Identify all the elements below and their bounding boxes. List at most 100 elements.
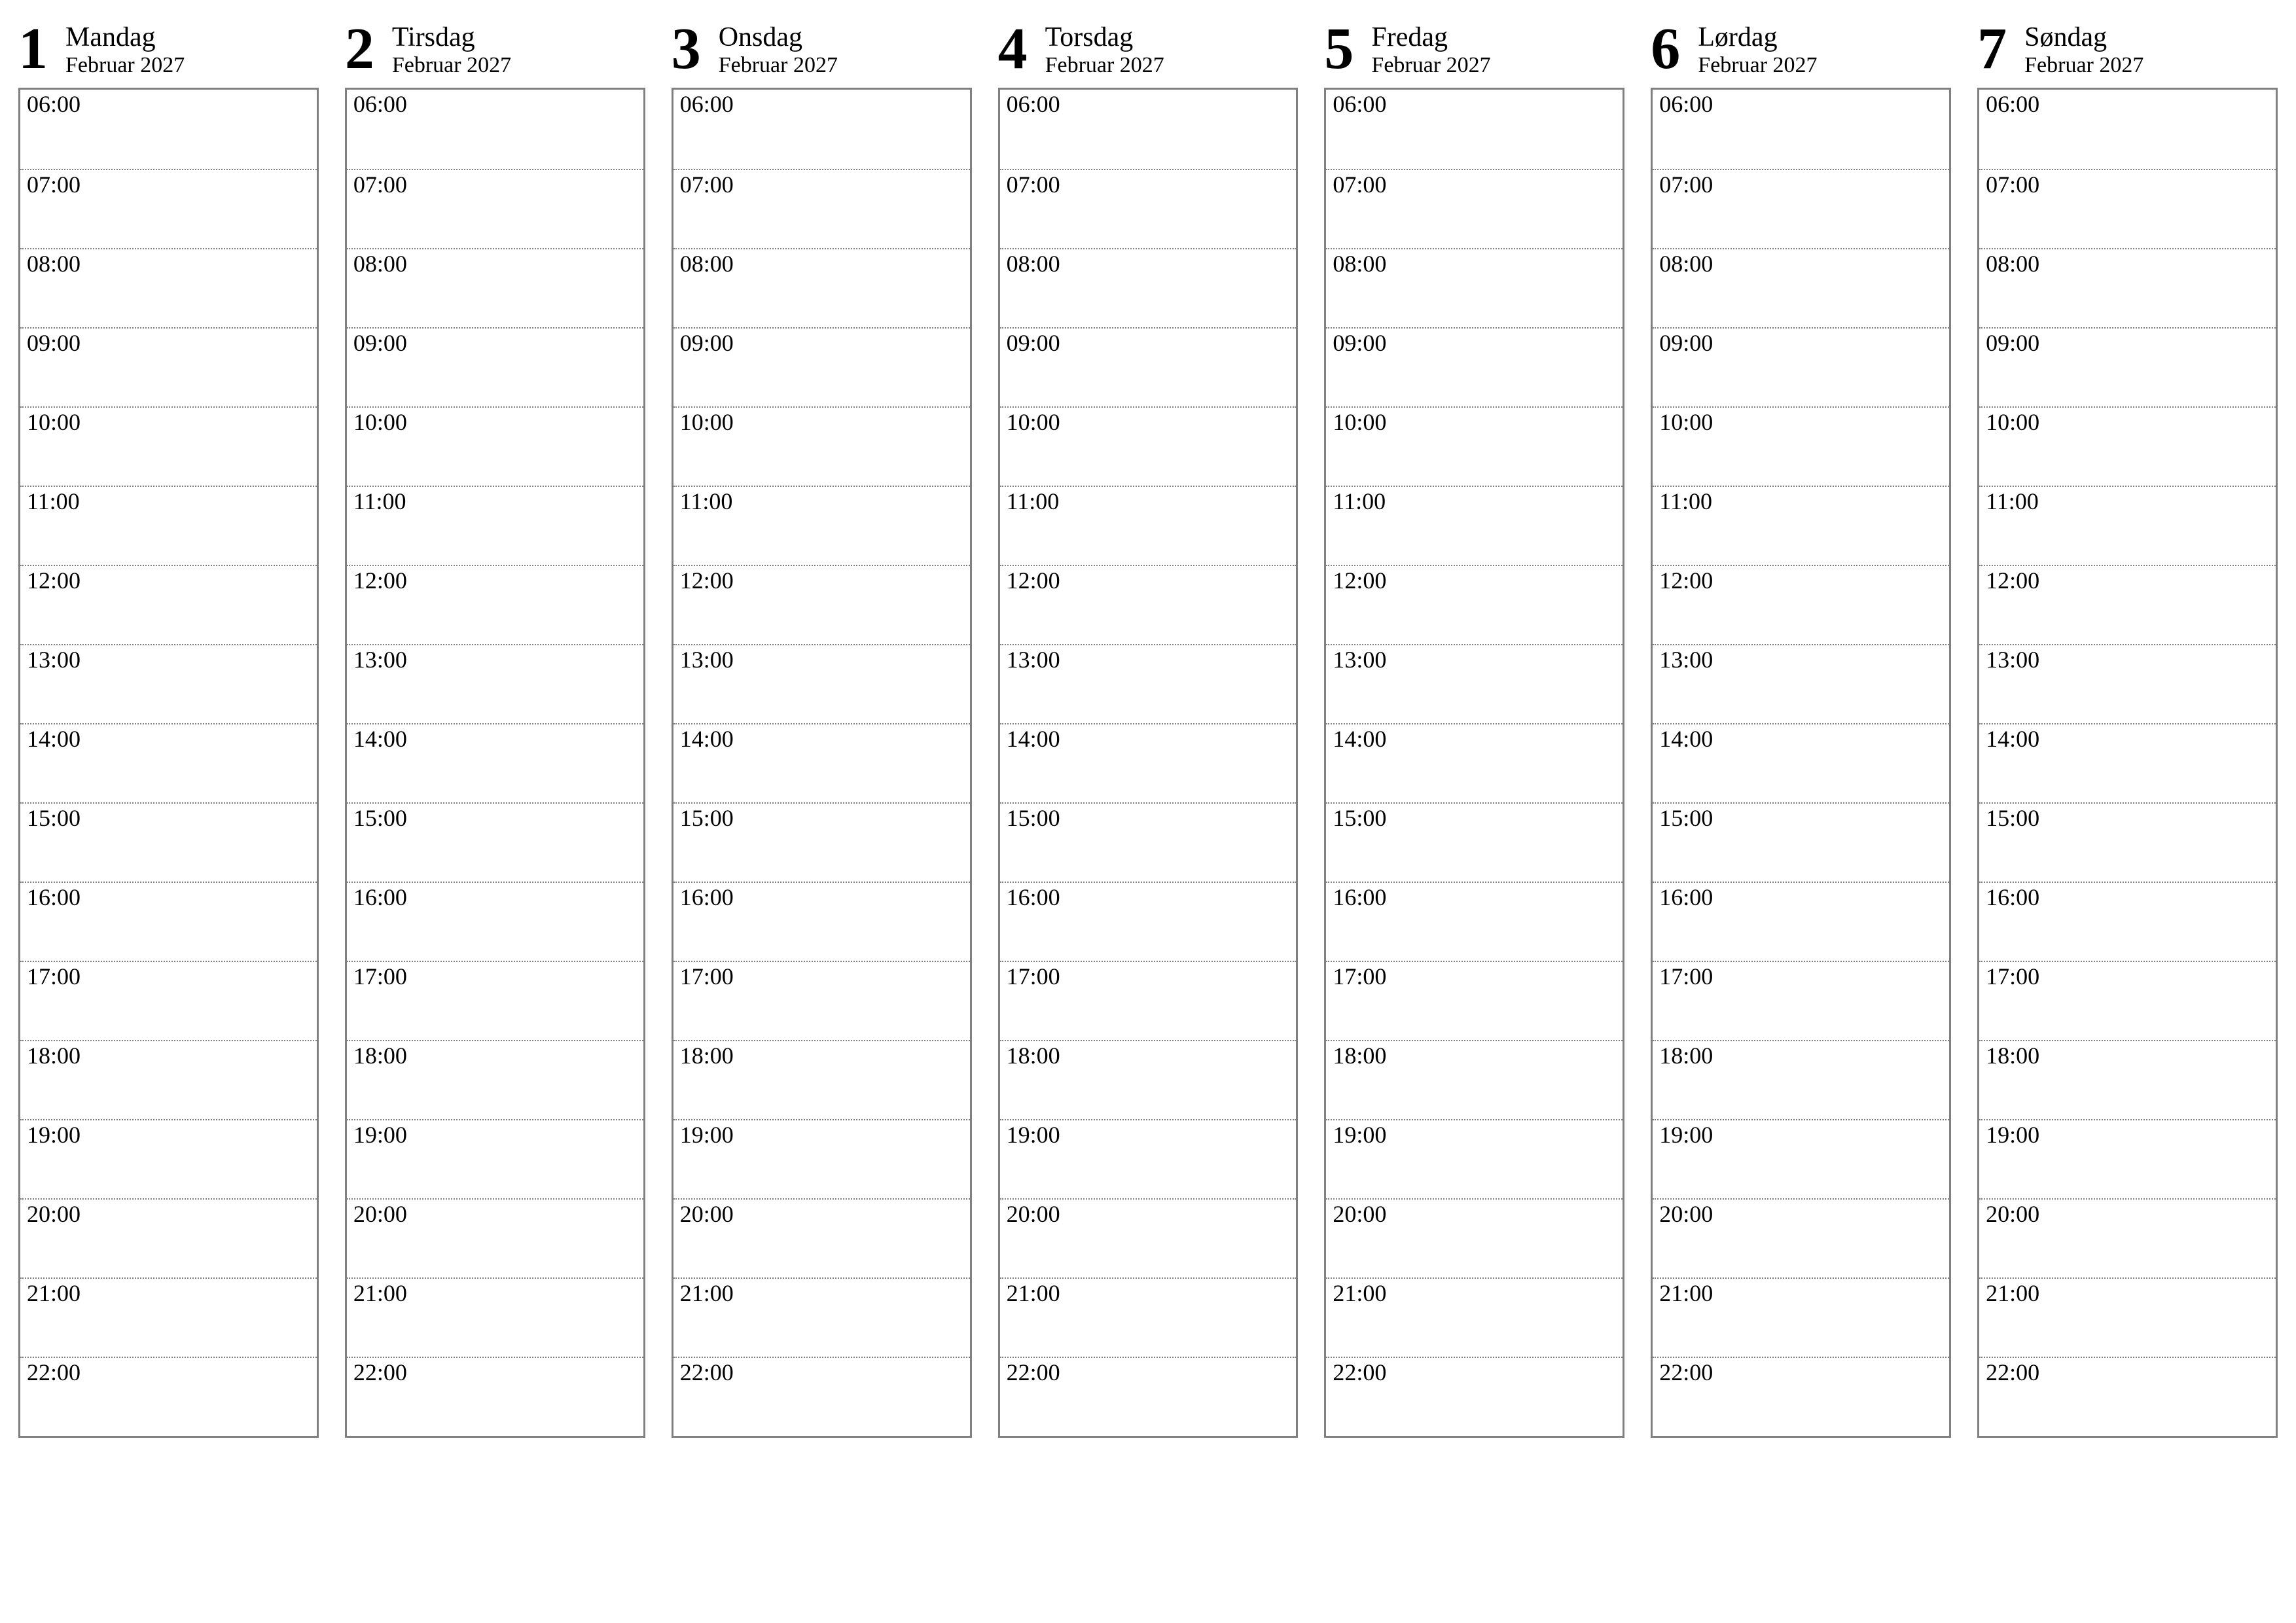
hour-cell: 07:00 [673, 169, 970, 248]
hour-cell: 07:00 [20, 169, 317, 248]
day-month-year: Februar 2027 [65, 53, 185, 78]
hour-label: 17:00 [680, 965, 965, 988]
hour-cell: 11:00 [347, 486, 643, 565]
hour-cell: 14:00 [1653, 723, 1949, 802]
week-grid: 1MandagFebruar 202706:0007:0008:0009:001… [18, 16, 2278, 1438]
hour-cell: 08:00 [1979, 248, 2276, 327]
hour-label: 22:00 [1333, 1361, 1617, 1384]
hour-label: 22:00 [1986, 1361, 2270, 1384]
hour-label: 22:00 [1007, 1361, 1291, 1384]
hour-cell: 06:00 [1979, 90, 2276, 169]
hour-label: 10:00 [1659, 410, 1944, 434]
hour-label: 08:00 [680, 252, 965, 276]
hour-cell: 17:00 [673, 961, 970, 1040]
hour-label: 20:00 [1333, 1202, 1617, 1226]
hour-cell: 20:00 [673, 1198, 970, 1277]
hour-label: 21:00 [1986, 1281, 2270, 1305]
hour-cell: 06:00 [1326, 90, 1623, 169]
hour-cell: 11:00 [20, 486, 317, 565]
hour-cell: 17:00 [1326, 961, 1623, 1040]
hour-cell: 15:00 [1979, 802, 2276, 882]
hour-label: 17:00 [1007, 965, 1291, 988]
weekly-planner-page: 1MandagFebruar 202706:0007:0008:0009:001… [0, 0, 2296, 1454]
hour-label: 06:00 [27, 92, 312, 116]
day-hours-grid: 06:0007:0008:0009:0010:0011:0012:0013:00… [345, 88, 645, 1438]
hour-cell: 10:00 [1653, 406, 1949, 486]
day-column: 7SøndagFebruar 202706:0007:0008:0009:001… [1977, 16, 2278, 1438]
hour-label: 15:00 [1986, 806, 2270, 830]
hour-label: 11:00 [1007, 490, 1291, 513]
day-month-year: Februar 2027 [1045, 53, 1164, 78]
hour-cell: 07:00 [1326, 169, 1623, 248]
day-number: 3 [672, 20, 700, 79]
hour-cell: 16:00 [347, 882, 643, 961]
hour-cell: 08:00 [347, 248, 643, 327]
hour-cell: 18:00 [673, 1040, 970, 1119]
day-hours-grid: 06:0007:0008:0009:0010:0011:0012:0013:00… [1324, 88, 1624, 1438]
day-name: Mandag [65, 23, 185, 52]
hour-cell: 17:00 [1653, 961, 1949, 1040]
hour-cell: 08:00 [673, 248, 970, 327]
hour-cell: 14:00 [347, 723, 643, 802]
hour-label: 21:00 [680, 1281, 965, 1305]
hour-label: 17:00 [1659, 965, 1944, 988]
hour-cell: 22:00 [20, 1357, 317, 1436]
hour-cell: 08:00 [1326, 248, 1623, 327]
day-header: 6LørdagFebruar 2027 [1651, 16, 1951, 88]
hour-label: 13:00 [1333, 648, 1617, 671]
hour-cell: 12:00 [1326, 565, 1623, 644]
hour-label: 18:00 [27, 1044, 312, 1067]
hour-cell: 12:00 [673, 565, 970, 644]
hour-label: 10:00 [1007, 410, 1291, 434]
hour-cell: 07:00 [347, 169, 643, 248]
day-number: 2 [345, 20, 374, 79]
day-month-year: Februar 2027 [2024, 53, 2144, 78]
hour-cell: 08:00 [20, 248, 317, 327]
hour-label: 08:00 [1333, 252, 1617, 276]
hour-cell: 13:00 [1000, 644, 1297, 723]
hour-cell: 21:00 [20, 1277, 317, 1357]
day-name: Tirsdag [392, 23, 511, 52]
day-header: 2TirsdagFebruar 2027 [345, 16, 645, 88]
hour-label: 15:00 [680, 806, 965, 830]
hour-label: 14:00 [1333, 727, 1617, 751]
hour-label: 15:00 [1333, 806, 1617, 830]
hour-label: 14:00 [1659, 727, 1944, 751]
day-name: Lørdag [1698, 23, 1817, 52]
hour-cell: 21:00 [347, 1277, 643, 1357]
hour-cell: 19:00 [673, 1119, 970, 1198]
day-name: Torsdag [1045, 23, 1164, 52]
hour-label: 13:00 [27, 648, 312, 671]
day-hours-grid: 06:0007:0008:0009:0010:0011:0012:0013:00… [672, 88, 972, 1438]
hour-cell: 18:00 [1979, 1040, 2276, 1119]
day-column: 2TirsdagFebruar 202706:0007:0008:0009:00… [345, 16, 645, 1438]
hour-cell: 20:00 [20, 1198, 317, 1277]
hour-label: 09:00 [1333, 331, 1617, 355]
hour-label: 13:00 [353, 648, 638, 671]
hour-cell: 12:00 [1979, 565, 2276, 644]
hour-label: 06:00 [1659, 92, 1944, 116]
hour-cell: 21:00 [673, 1277, 970, 1357]
hour-cell: 16:00 [1000, 882, 1297, 961]
hour-cell: 19:00 [1653, 1119, 1949, 1198]
hour-label: 18:00 [1007, 1044, 1291, 1067]
hour-label: 12:00 [1333, 569, 1617, 592]
hour-label: 07:00 [1007, 173, 1291, 196]
hour-label: 16:00 [1986, 885, 2270, 909]
day-number: 4 [998, 20, 1027, 79]
hour-cell: 16:00 [1979, 882, 2276, 961]
day-header: 7SøndagFebruar 2027 [1977, 16, 2278, 88]
hour-label: 06:00 [353, 92, 638, 116]
hour-cell: 15:00 [673, 802, 970, 882]
hour-label: 14:00 [353, 727, 638, 751]
hour-label: 21:00 [1333, 1281, 1617, 1305]
hour-label: 21:00 [353, 1281, 638, 1305]
hour-cell: 16:00 [1653, 882, 1949, 961]
hour-cell: 19:00 [1326, 1119, 1623, 1198]
hour-label: 11:00 [1986, 490, 2270, 513]
day-header: 1MandagFebruar 2027 [18, 16, 319, 88]
hour-cell: 12:00 [347, 565, 643, 644]
hour-cell: 14:00 [1326, 723, 1623, 802]
day-name: Fredag [1371, 23, 1490, 52]
hour-cell: 12:00 [20, 565, 317, 644]
